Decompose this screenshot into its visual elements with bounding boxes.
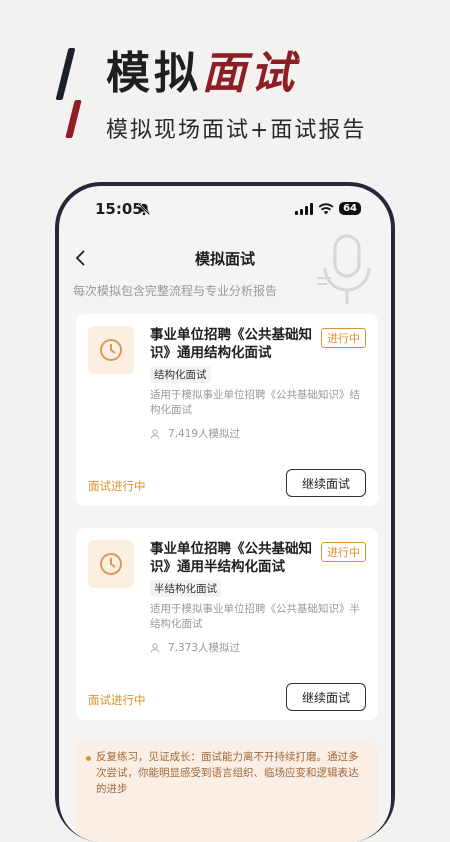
decor-slash-red — [65, 100, 82, 138]
status-bar: 15:05 64 — [59, 200, 391, 222]
banner-title-accent: 面试 — [202, 48, 298, 99]
banner-subtitle: 模拟现场面试+面试报告 — [106, 118, 367, 143]
tip-text: 反复练习，见证成长：面试能力离不开持续打磨。通过多次尝试，你能明显感受到语言组织… — [96, 749, 368, 797]
card-description: 适用于模拟事业单位招聘《公共基础知识》结构化面试 — [150, 389, 360, 416]
user-icon — [150, 428, 160, 439]
card-status: 面试进行中 — [88, 693, 146, 707]
phone-frame: 15:05 64 模拟面试 每次模拟包含完整流程与专业分析报告 事业单位招聘《公… — [55, 182, 395, 842]
continue-interview-button[interactable]: 继续面试 — [286, 469, 366, 497]
bell-off-icon — [137, 202, 151, 216]
continue-interview-button[interactable]: 继续面试 — [286, 683, 366, 711]
status-badge: 进行中 — [321, 542, 366, 562]
card-status: 面试进行中 — [88, 479, 146, 493]
banner-title-main: 模拟 — [106, 48, 202, 99]
interview-card[interactable]: 事业单位招聘《公共基础知识》通用半结构化面试 进行中 半结构化面试 适用于模拟事… — [76, 528, 378, 720]
status-badge: 进行中 — [321, 328, 366, 348]
battery-icon: 64 — [339, 202, 361, 215]
card-description: 适用于模拟事业单位招聘《公共基础知识》半结构化面试 — [150, 603, 360, 630]
card-tag: 半结构化面试 — [150, 580, 221, 597]
status-time: 15:05 — [95, 200, 143, 218]
page-subtitle: 每次模拟包含完整流程与专业分析报告 — [73, 284, 278, 298]
banner-title: 模拟面试 — [106, 48, 298, 100]
user-icon — [150, 642, 160, 653]
phone-screen: 15:05 64 模拟面试 每次模拟包含完整流程与专业分析报告 事业单位招聘《公… — [59, 186, 391, 842]
card-title: 事业单位招聘《公共基础知识》通用结构化面试 — [150, 327, 312, 361]
interview-card[interactable]: 事业单位招聘《公共基础知识》通用结构化面试 进行中 结构化面试 适用于模拟事业单… — [76, 314, 378, 506]
tip-bullet — [86, 756, 91, 761]
card-count-text: 7,419人模拟过 — [168, 428, 241, 440]
tip-heading: 反复练习，见证成长： — [96, 751, 201, 763]
clock-icon — [88, 540, 134, 588]
microphone-icon — [317, 234, 371, 304]
card-tag: 结构化面试 — [150, 366, 211, 383]
card-count: 7,419人模拟过 — [150, 426, 240, 441]
card-count-text: 7,373人模拟过 — [168, 642, 241, 654]
signal-icon — [295, 202, 314, 215]
decor-slash-dark — [55, 48, 76, 100]
wifi-icon — [318, 202, 334, 214]
card-title: 事业单位招聘《公共基础知识》通用半结构化面试 — [150, 541, 312, 575]
practice-tip: 反复练习，见证成长：面试能力离不开持续打磨。通过多次尝试，你能明显感受到语言组织… — [76, 742, 378, 842]
status-indicators: 64 — [295, 202, 361, 215]
clock-icon — [88, 326, 134, 374]
card-count: 7,373人模拟过 — [150, 640, 240, 655]
